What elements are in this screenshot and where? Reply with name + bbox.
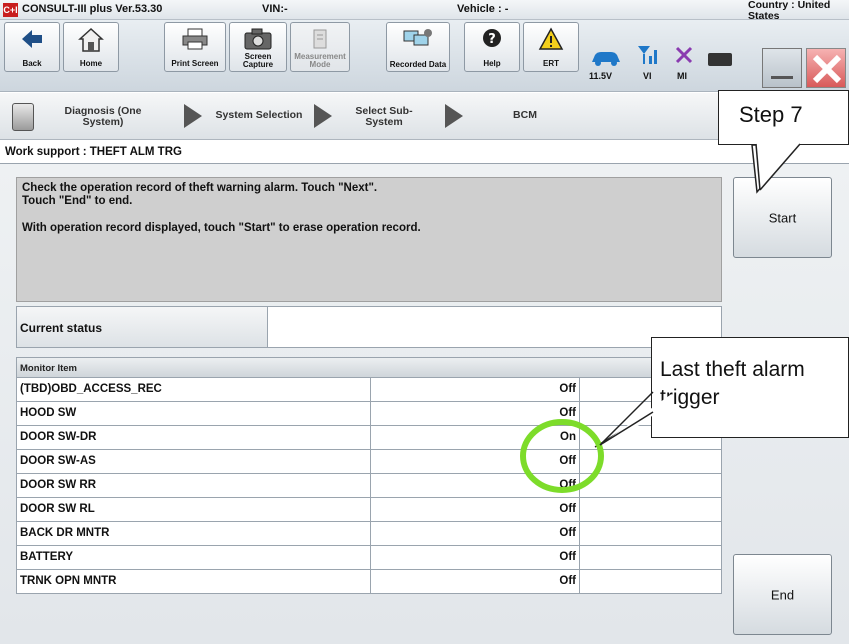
monitor-item-value: Off [370, 498, 580, 521]
vi-signal-icon [638, 46, 657, 64]
close-button[interactable] [806, 48, 846, 88]
start-label: Start [768, 210, 797, 225]
monitor-item-value: Off [370, 402, 580, 425]
close-icon [812, 54, 842, 84]
monitor-item-value: Off [370, 570, 580, 593]
minimize-button[interactable] [762, 48, 802, 88]
back-arrow-icon [22, 30, 42, 48]
consult-device-icon [12, 103, 34, 131]
monitor-item-name: BATTERY [20, 551, 74, 563]
monitor-item-name: DOOR SW RL [20, 503, 95, 515]
svg-text:?: ? [488, 32, 496, 47]
last-theft-alarm-callout: Last theft alarm trigger [651, 337, 849, 438]
callout-line-1: Last theft alarm [660, 358, 805, 381]
message-line-1: Check the operation record of theft warn… [22, 182, 378, 194]
recorded-data-button[interactable]: Recorded Data [386, 22, 450, 72]
monitor-item-value: Off [370, 378, 580, 401]
app-title: CONSULT-III plus Ver.53.30 [22, 3, 163, 15]
vehicle-icon [592, 52, 620, 66]
breadcrumb-diagnosis[interactable]: Diagnosis (One System) [58, 106, 148, 128]
country-label: Country : United States [748, 0, 831, 22]
monitor-item-name: (TBD)OBD_ACCESS_REC [20, 383, 162, 395]
breadcrumb-arrow-icon [184, 104, 202, 128]
table-row: TRNK OPN MNTR Off [16, 570, 722, 594]
back-button[interactable]: Back [4, 22, 60, 72]
start-button[interactable]: Start [733, 177, 832, 258]
measurement-mode-button[interactable]: Measurement Mode [290, 22, 350, 72]
table-row: HOOD SW Off [16, 402, 722, 426]
monitor-item-name: DOOR SW RR [20, 479, 97, 491]
home-label: Home [79, 59, 103, 68]
callout-line-2: trigger [660, 386, 720, 409]
table-row: DOOR SW RL Off [16, 498, 722, 522]
monitor-item-name: HOOD SW [20, 407, 77, 419]
consult-app-window: C+I CONSULT-III plus Ver.53.30 VIN:- Veh… [0, 0, 849, 644]
home-button[interactable]: Home [63, 22, 119, 72]
instruction-message: Check the operation record of theft warn… [16, 177, 722, 302]
print-screen-button[interactable]: Print Screen [164, 22, 226, 72]
printer-icon [182, 28, 208, 50]
end-button[interactable]: End [733, 554, 832, 635]
monitor-item-name: DOOR SW-AS [20, 455, 96, 467]
current-status-label: Current status [16, 306, 268, 348]
back-label: Back [22, 59, 42, 68]
mi-disconnected-icon [675, 46, 693, 64]
step7-callout: Step 7 [718, 90, 849, 145]
breadcrumb-system-selection[interactable]: System Selection [206, 110, 312, 121]
monitor-item-name: DOOR SW-DR [20, 431, 97, 443]
monitor-table: Monitor Item (TBD)OBD_ACCESS_REC Off HOO… [16, 357, 722, 594]
monitor-item-value: On [370, 426, 580, 449]
breadcrumb-arrow-icon [445, 104, 463, 128]
current-status-row: Current status [16, 306, 722, 348]
message-line-2: Touch "End" to end. [22, 195, 133, 207]
home-icon [78, 27, 104, 52]
screen-capture-button[interactable]: Screen Capture [229, 22, 287, 72]
help-button[interactable]: ? Help [464, 22, 520, 72]
warning-icon [538, 27, 564, 50]
measurement-icon [313, 29, 327, 49]
vehicle-label: Vehicle : - [457, 3, 509, 15]
monitor-item-name: TRNK OPN MNTR [20, 575, 117, 587]
end-label: End [770, 587, 795, 602]
ert-button[interactable]: ERT [523, 22, 579, 72]
camera-icon [244, 28, 272, 50]
recorded-data-icon [403, 29, 432, 46]
monitor-table-header: Monitor Item [16, 357, 722, 378]
vin-label: VIN:- [262, 3, 288, 15]
help-icon: ? [483, 29, 501, 47]
toolbar: Back Home Print Screen Screen Capture Me… [0, 20, 849, 92]
table-row: DOOR SW RR Off [16, 474, 722, 498]
monitor-item-value: Off [370, 546, 580, 569]
monitor-item-value: Off [370, 474, 580, 497]
help-label: Help [483, 59, 501, 68]
breadcrumb-select-sub-system[interactable]: Select Sub-System [352, 106, 416, 128]
table-row: BACK DR MNTR Off [16, 522, 722, 546]
vi-label: VI [643, 71, 652, 81]
breadcrumb-arrow-icon [314, 104, 332, 128]
title-bar: C+I CONSULT-III plus Ver.53.30 VIN:- Veh… [0, 0, 849, 22]
table-row: DOOR SW-DR On [16, 426, 722, 450]
mi-label: MI [677, 71, 687, 81]
message-line-3: With operation record displayed, touch "… [22, 222, 421, 234]
table-row: DOOR SW-AS Off [16, 450, 722, 474]
monitor-item-name: BACK DR MNTR [20, 527, 110, 539]
monitor-item-value: Off [370, 450, 580, 473]
measurement-mode-label: Measurement Mode [294, 52, 346, 69]
table-row: BATTERY Off [16, 546, 722, 570]
screen-capture-label: Screen Capture [242, 52, 274, 69]
table-row: (TBD)OBD_ACCESS_REC Off [16, 378, 722, 402]
ert-label: ERT [543, 59, 559, 68]
app-logo: C+I [3, 3, 18, 17]
battery-icon [708, 53, 732, 66]
breadcrumb-bcm: BCM [513, 109, 537, 121]
voltage-label: 11.5V [589, 71, 613, 81]
print-screen-label: Print Screen [171, 59, 219, 68]
monitor-item-value: Off [370, 522, 580, 545]
recorded-data-label: Recorded Data [389, 60, 447, 69]
